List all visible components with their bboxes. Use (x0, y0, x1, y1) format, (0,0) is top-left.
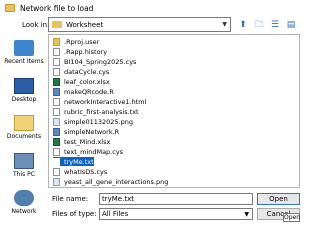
filetype-value: All Files (102, 210, 129, 218)
list-item[interactable]: BI104_Spring2025.cys (53, 57, 136, 66)
list-item-selected[interactable]: tryMe.txt (53, 157, 94, 166)
excel-icon (53, 77, 60, 86)
list-item[interactable]: networkInteractive1.html (53, 97, 146, 106)
list-view-icon: ☰ (270, 19, 280, 30)
lookin-value: Worksheet (66, 20, 104, 29)
place-documents[interactable]: Documents (0, 115, 48, 140)
place-label: Documents (6, 133, 42, 140)
places-bar: Recent Items Desktop Documents This PC N… (0, 36, 48, 222)
new-folder-button[interactable]: 🗀 (252, 18, 266, 31)
chevron-down-icon: ▼ (244, 211, 249, 218)
up-arrow-icon: ⬆ (239, 19, 247, 30)
file-icon (53, 167, 60, 176)
filetype-label: Files of type: (52, 210, 97, 218)
documents-icon (14, 115, 34, 131)
image-icon (53, 117, 60, 126)
place-recent-items[interactable]: Recent Items (0, 40, 48, 65)
file-list[interactable]: .Rproj.user .Rapp.history BI104_Spring20… (48, 34, 300, 188)
list-item[interactable]: rubric_first-analysis.txt (53, 107, 139, 116)
open-button[interactable]: Open (257, 193, 300, 205)
folder-icon (52, 21, 62, 28)
details-view-button[interactable]: ▤ (284, 18, 298, 31)
r-script-icon (53, 87, 60, 96)
list-item[interactable]: .Rapp.history (53, 47, 107, 56)
list-item[interactable]: text_mindMap.cys (53, 147, 123, 156)
new-folder-icon: 🗀 (254, 19, 264, 30)
lookin-label: Look in: (22, 21, 50, 29)
place-label: Network (11, 208, 37, 215)
list-view-button[interactable]: ☰ (268, 18, 282, 31)
network-icon (14, 190, 34, 206)
file-icon (53, 57, 60, 66)
recent-items-icon (14, 40, 34, 56)
list-item[interactable]: makeQRcode.R (53, 87, 114, 96)
desktop-icon (14, 78, 34, 94)
place-desktop[interactable]: Desktop (0, 78, 48, 103)
title-bar: Network file to load (0, 0, 300, 16)
list-item[interactable]: test_Mind.xlsx (53, 137, 110, 146)
list-item[interactable]: yeast_all_gene_interactions.png (53, 177, 168, 186)
open-tooltip: Open (283, 213, 301, 222)
file-icon (53, 147, 60, 156)
list-item[interactable]: .Rproj.user (53, 37, 99, 46)
chevron-down-icon: ▼ (222, 21, 227, 28)
details-view-icon: ▤ (286, 19, 296, 30)
computer-icon (14, 153, 34, 169)
list-item[interactable]: leaf_color.xlsx (53, 77, 110, 86)
window-title: Network file to load (20, 3, 94, 13)
filetype-dropdown[interactable]: All Files ▼ (99, 208, 253, 220)
list-item[interactable]: dataCycle.cys (53, 67, 109, 76)
list-item[interactable]: simple01132025.png (53, 117, 133, 126)
file-icon (53, 107, 60, 116)
place-label: Desktop (11, 96, 37, 103)
place-label: Recent Items (4, 58, 44, 65)
file-icon (53, 157, 60, 166)
file-icon (53, 67, 60, 76)
file-icon (53, 97, 60, 106)
place-this-pc[interactable]: This PC (0, 153, 48, 178)
r-script-icon (53, 127, 60, 136)
up-one-level-button[interactable]: ⬆ (236, 18, 250, 31)
excel-icon (53, 137, 60, 146)
lookin-dropdown[interactable]: Worksheet ▼ (48, 17, 231, 32)
filename-input[interactable]: tryMe.txt (99, 193, 253, 205)
file-icon (53, 47, 60, 56)
place-network[interactable]: Network (0, 190, 48, 215)
filename-label: File name: (52, 195, 89, 203)
folder-icon (53, 37, 60, 46)
image-icon (53, 177, 60, 186)
list-item[interactable]: whatIsDS.cys (53, 167, 107, 176)
app-icon (5, 4, 15, 12)
place-label: This PC (13, 171, 35, 178)
list-item[interactable]: simpleNetwork.R (53, 127, 119, 136)
